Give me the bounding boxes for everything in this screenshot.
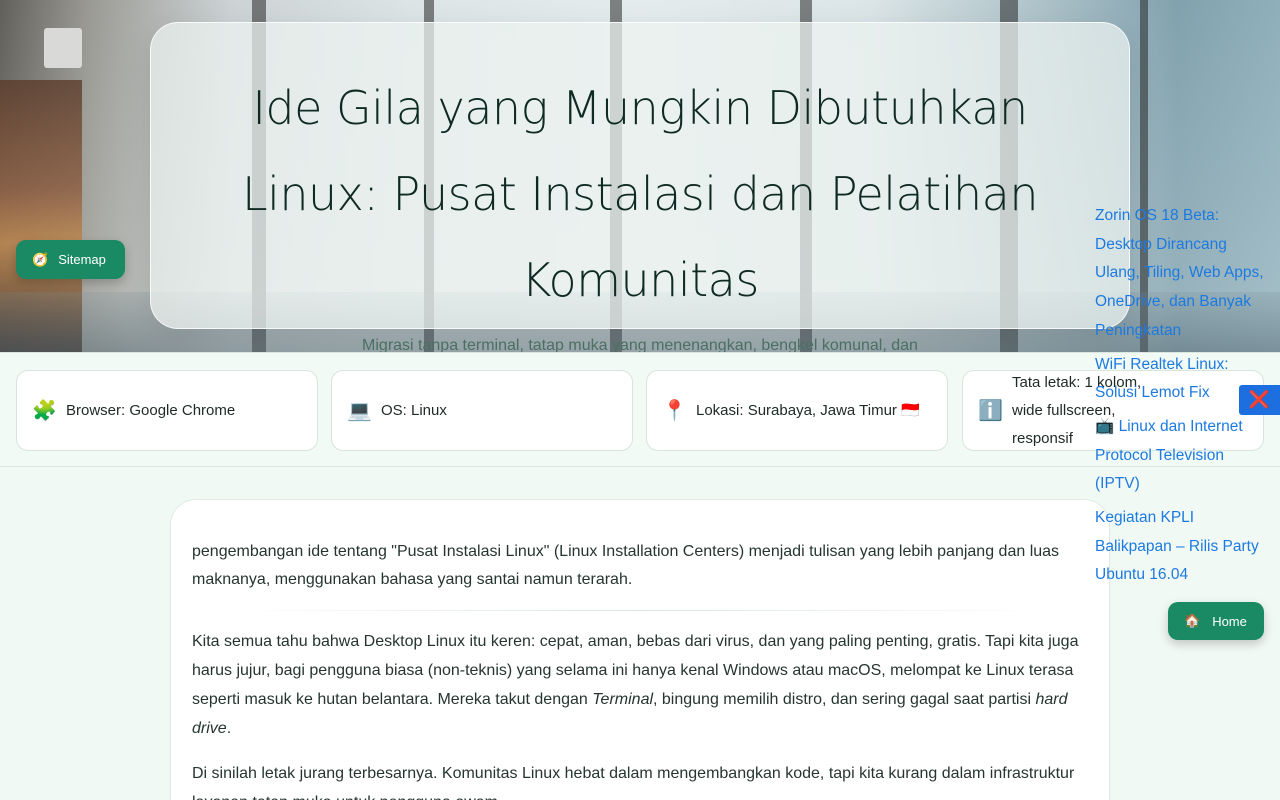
info-card-location: 📍 Lokasi: Surabaya, Jawa Timur 🇮🇩 [646,370,948,451]
home-button-label: Home [1212,613,1247,629]
info-card-os: 💻 OS: Linux [331,370,633,451]
close-button[interactable]: ❌ [1239,385,1280,415]
puzzle-icon: 🧩 [32,399,57,422]
page-subtitle: Migrasi tanpa terminal, tatap muka yang … [362,337,918,352]
home-icon: 🏠 [1184,613,1201,628]
info-card-text: Browser: Google Chrome [66,401,236,419]
info-card-text: OS: Linux [381,401,447,419]
laptop-icon: 💻 [347,399,372,422]
article-paragraph: Di sinilah letak jurang terbesarnya. Kom… [192,765,1075,800]
info-icon: ℹ️ [978,399,1003,422]
compass-icon: 🧭 [32,251,49,267]
info-strip: 🧩 Browser: Google Chrome 💻 OS: Linux 📍 L… [0,352,1280,467]
article-intro: pengembangan ide tentang "Pusat Instalas… [192,543,1060,588]
home-button[interactable]: 🏠 Home [1168,602,1264,640]
hero-background-ac-unit [44,28,82,68]
close-icon: ❌ [1248,390,1271,409]
sitemap-button[interactable]: 🧭 Sitemap [16,240,125,279]
emphasis-terminal: Terminal [592,691,654,708]
sitemap-button-label: Sitemap [58,252,106,267]
pin-icon: 📍 [662,399,687,422]
article-paragraph: Kita semua tahu bahwa Desktop Linux itu … [192,627,1088,743]
page-title: Ide Gila yang Mungkin Dibutuhkan Linux: … [241,81,1039,307]
divider [232,610,1048,611]
related-link[interactable]: Zorin OS 18 Beta: Desktop Dirancang Ulan… [1095,202,1270,346]
info-card-browser: 🧩 Browser: Google Chrome [16,370,318,451]
related-link[interactable]: 📺 Linux dan Internet Protocol Television… [1095,413,1270,499]
hero-section: Ide Gila yang Mungkin Dibutuhkan Linux: … [0,0,1280,352]
text-span: , bingung memilih distro, dan sering gag… [653,691,1036,708]
related-link[interactable]: Kegiatan KPLI Balikpapan – Rilis Party U… [1095,504,1270,590]
info-card-text: Lokasi: Surabaya, Jawa Timur 🇮🇩 [696,401,920,419]
text-span: . [226,720,232,737]
article-content: pengembangan ide tentang "Pusat Instalas… [170,499,1110,800]
hero-card: Ide Gila yang Mungkin Dibutuhkan Linux: … [150,22,1130,352]
